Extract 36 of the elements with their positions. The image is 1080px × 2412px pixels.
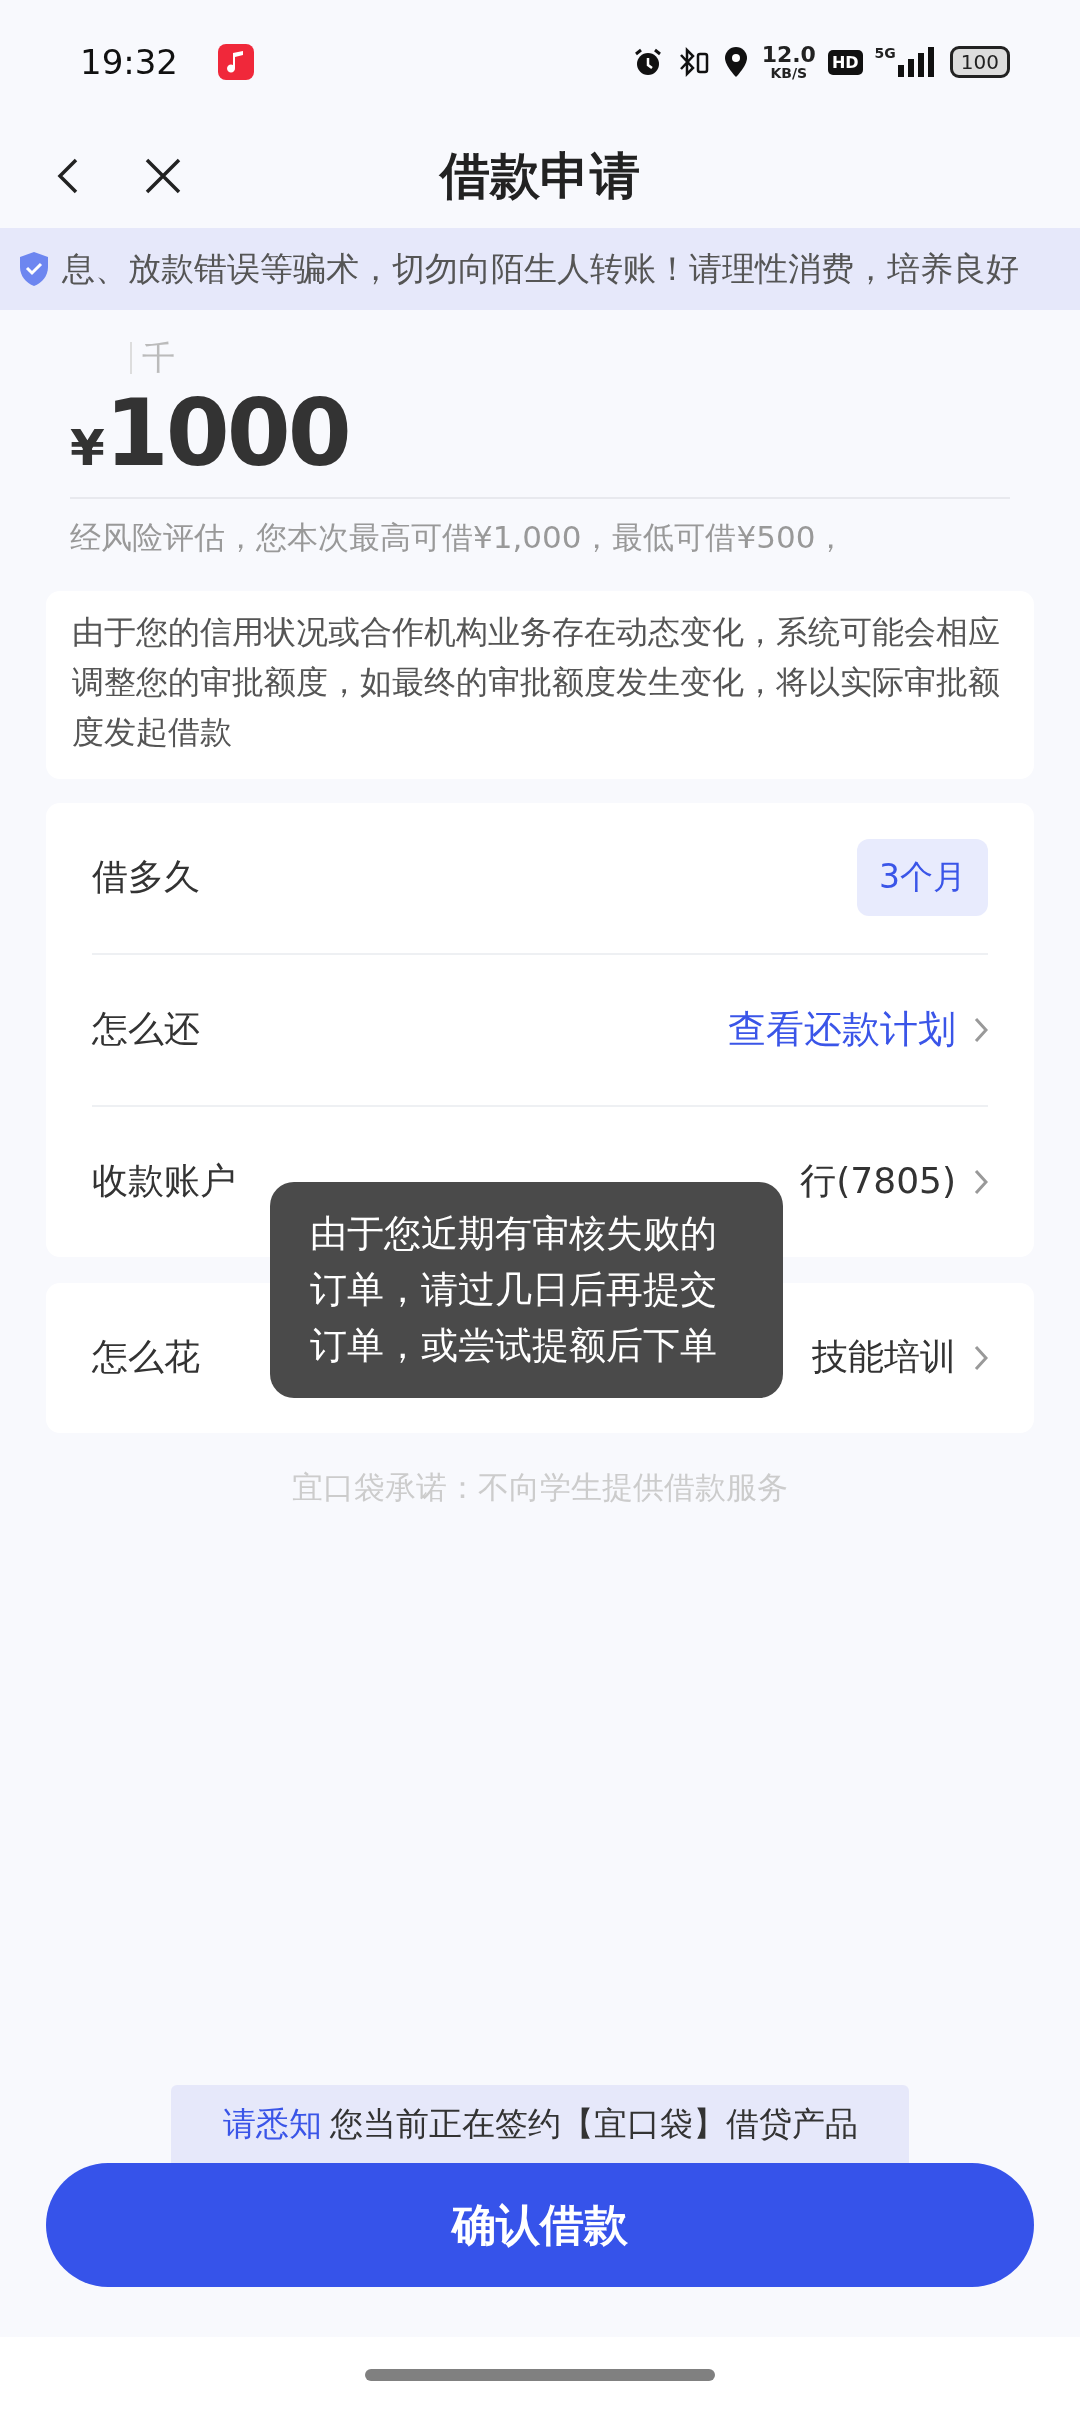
shield-icon [18, 251, 50, 287]
chevron-icon [974, 1016, 988, 1043]
close-icon [144, 157, 182, 195]
repayment-plan-link[interactable]: 查看还款计划 [728, 1004, 956, 1056]
amount-value: 1000 [104, 386, 349, 483]
confirm-button[interactable]: 确认借款 [46, 2163, 1034, 2287]
close-button[interactable] [144, 157, 182, 195]
row-label: 怎么花 [92, 1335, 200, 1380]
hd-badge: HD [827, 49, 863, 75]
chevron-icon [974, 1344, 988, 1371]
speed-unit: KB/S [770, 66, 808, 80]
currency-symbol: ¥ [70, 419, 105, 477]
info-card: 由于您的信用状况或合作机构业务存在动态变化，系统可能会相应调整您的审批额度，如最终的审批额度发生变化，将以实际审批额度发起借款 [46, 590, 1034, 779]
battery-level: 100 [949, 46, 1010, 78]
amount-field[interactable]: ¥1000 [70, 386, 1010, 499]
notice-text: 您当前正在签约【宜口袋】借贷产品 [329, 2102, 858, 2145]
row-value[interactable]: 行(7805) [800, 1157, 956, 1207]
back-button[interactable] [56, 156, 80, 196]
notice-lead: 请悉知 [222, 2102, 322, 2145]
music-app-icon [218, 44, 254, 80]
term-tag[interactable]: 3个月 [857, 839, 988, 917]
row-value[interactable]: 技能培训 [812, 1333, 956, 1383]
toast-message: 由于您近期有审核失败的订单，请过几日后再提交订单，或尝试提额后下单 [270, 1182, 783, 1398]
unit-hint: 千 [142, 336, 175, 379]
range-note: 经风险评估，您本次最高可借¥1,000，最低可借¥500， [70, 517, 848, 557]
back-icon [56, 156, 80, 196]
chevron-icon [974, 1168, 988, 1195]
page-title: 借款申请 [440, 145, 640, 207]
row-label: 怎么还 [92, 1007, 200, 1052]
notice-text: 息、放款错误等骗术，切勿向陌生人转账！请理性消费，培养良好 [62, 247, 1019, 290]
row-label: 借多久 [92, 855, 200, 900]
network-speed: 12.0 [761, 44, 816, 66]
network-type: 5G [874, 45, 896, 61]
row-label: 收款账户 [92, 1159, 236, 1204]
clock-time: 19:32 [80, 42, 178, 82]
text-cursor [130, 342, 132, 374]
